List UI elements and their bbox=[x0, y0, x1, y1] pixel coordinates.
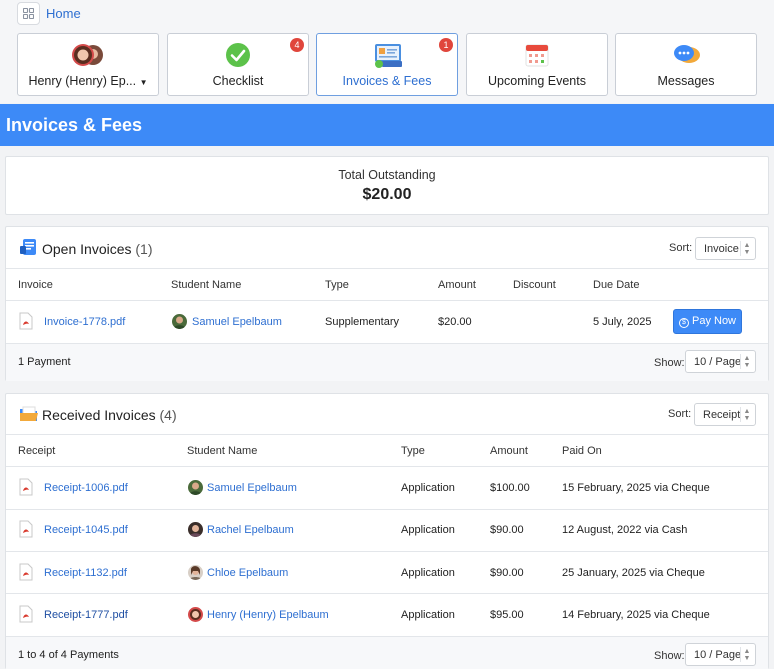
student-name-link[interactable]: Henry (Henry) Epelbaum bbox=[207, 609, 329, 621]
page-title: Invoices & Fees bbox=[0, 104, 774, 146]
checklist-label: Checklist bbox=[212, 74, 264, 88]
open-invoices-page-size-select[interactable]: 10 / Page ▲ ▼ bbox=[685, 350, 756, 373]
dollar-circle-icon: $ bbox=[678, 318, 689, 328]
total-outstanding-label: Total Outstanding bbox=[338, 168, 436, 182]
select-arrows-icon: ▲ ▼ bbox=[740, 241, 753, 256]
chat-icon bbox=[672, 42, 700, 68]
receipt-type: Application bbox=[401, 524, 455, 536]
column-header-type: Type bbox=[325, 279, 349, 291]
pdf-file-icon bbox=[19, 312, 33, 330]
messages-tile[interactable]: Messages bbox=[615, 33, 757, 96]
column-header-receipt: Receipt bbox=[18, 445, 56, 457]
student-selector-tile[interactable]: Henry (Henry) Ep... ▼ bbox=[17, 33, 159, 96]
student-avatar bbox=[188, 522, 203, 537]
receipt-type: Application bbox=[401, 567, 455, 579]
family-avatars-icon bbox=[70, 42, 106, 68]
receipt-file-link[interactable]: Receipt-1777.pdf bbox=[44, 609, 128, 621]
select-arrows-icon: ▲ ▼ bbox=[740, 647, 753, 662]
invoice-icon bbox=[373, 42, 402, 68]
receipt-type: Application bbox=[401, 609, 455, 621]
open-invoices-sort-select[interactable]: Invoice ▲ ▼ bbox=[695, 237, 756, 260]
checkmark-icon bbox=[224, 42, 252, 68]
select-arrows-icon: ▲ ▼ bbox=[740, 407, 753, 422]
folder-icon bbox=[19, 404, 39, 424]
student-avatar bbox=[172, 314, 187, 329]
top-navigation: Home Henry (Henry) Ep... ▼ 4 Checklist 1… bbox=[0, 0, 774, 103]
pay-now-button[interactable]: $ Pay Now bbox=[673, 309, 742, 334]
received-invoices-sort-select[interactable]: Receipt ▲ ▼ bbox=[694, 403, 756, 426]
sort-label: Sort: bbox=[668, 408, 692, 420]
student-name-link[interactable]: Samuel Epelbaum bbox=[192, 316, 282, 328]
receipt-type: Application bbox=[401, 482, 455, 494]
student-name-link[interactable]: Samuel Epelbaum bbox=[207, 482, 297, 494]
invoices-badge: 1 bbox=[439, 38, 453, 52]
received-invoices-footer: 1 to 4 of 4 Payments Show: 10 / Page ▲ ▼ bbox=[6, 636, 768, 669]
invoice-type: Supplementary bbox=[325, 316, 399, 328]
invoices-fees-tile[interactable]: 1 Invoices & Fees bbox=[316, 33, 458, 96]
receipt-paid-on: 25 January, 2025 via Cheque bbox=[562, 567, 705, 579]
receipt-amount: $90.00 bbox=[490, 567, 524, 579]
total-outstanding-amount: $20.00 bbox=[362, 186, 412, 203]
invoice-file-link[interactable]: Invoice-1778.pdf bbox=[44, 316, 125, 328]
column-header-student: Student Name bbox=[171, 279, 242, 291]
pdf-file-icon bbox=[19, 520, 33, 538]
show-label: Show: bbox=[654, 650, 685, 662]
column-header-type: Type bbox=[401, 445, 425, 457]
show-label: Show: bbox=[654, 357, 685, 369]
receipt-file-link[interactable]: Receipt-1045.pdf bbox=[44, 524, 128, 536]
column-header-discount: Discount bbox=[513, 279, 556, 291]
receipt-paid-on: 12 August, 2022 via Cash bbox=[562, 524, 688, 536]
column-header-due-date: Due Date bbox=[593, 279, 640, 291]
payment-count: 1 to 4 of 4 Payments bbox=[18, 649, 119, 661]
receipt-paid-on: 14 February, 2025 via Cheque bbox=[562, 609, 710, 621]
pdf-file-icon bbox=[19, 563, 33, 581]
upcoming-events-tile[interactable]: Upcoming Events bbox=[466, 33, 608, 96]
student-avatar bbox=[188, 565, 203, 580]
receipt-amount: $100.00 bbox=[490, 482, 530, 494]
open-invoices-icon bbox=[19, 237, 39, 257]
total-outstanding-card: Total Outstanding $20.00 bbox=[5, 156, 769, 215]
column-header-invoice: Invoice bbox=[18, 279, 53, 291]
received-invoices-title: Received Invoices (4) bbox=[42, 407, 177, 423]
invoices-fees-label: Invoices & Fees bbox=[342, 74, 432, 88]
column-header-paid-on: Paid On bbox=[562, 445, 602, 457]
column-header-student: Student Name bbox=[187, 445, 258, 457]
checklist-tile[interactable]: 4 Checklist bbox=[167, 33, 309, 96]
received-invoices-card: Received Invoices (4) Sort: Receipt ▲ ▼ R… bbox=[5, 393, 769, 669]
pdf-file-icon bbox=[19, 605, 33, 623]
receipt-file-link[interactable]: Receipt-1006.pdf bbox=[44, 482, 128, 494]
upcoming-events-label: Upcoming Events bbox=[488, 74, 586, 88]
student-selector-label: Henry (Henry) Ep... ▼ bbox=[28, 74, 148, 88]
payment-count: 1 Payment bbox=[18, 356, 71, 368]
checklist-badge: 4 bbox=[290, 38, 304, 52]
apps-grid-icon[interactable] bbox=[17, 2, 40, 25]
open-invoices-card: Open Invoices (1) Sort: Invoice ▲ ▼ Invoi… bbox=[5, 226, 769, 381]
invoice-due-date: 5 July, 2025 bbox=[593, 316, 652, 328]
sort-label: Sort: bbox=[669, 242, 693, 254]
column-header-amount: Amount bbox=[438, 279, 476, 291]
receipt-paid-on: 15 February, 2025 via Cheque bbox=[562, 482, 710, 494]
column-header-amount: Amount bbox=[490, 445, 528, 457]
receipt-amount: $90.00 bbox=[490, 524, 524, 536]
calendar-icon bbox=[523, 42, 551, 68]
received-invoices-page-size-select[interactable]: 10 / Page ▲ ▼ bbox=[685, 643, 756, 666]
student-name-link[interactable]: Chloe Epelbaum bbox=[207, 567, 288, 579]
open-invoices-title: Open Invoices (1) bbox=[42, 241, 153, 257]
home-link[interactable]: Home bbox=[46, 6, 81, 21]
select-arrows-icon: ▲ ▼ bbox=[740, 354, 753, 369]
receipt-amount: $95.00 bbox=[490, 609, 524, 621]
chevron-down-icon: ▼ bbox=[139, 78, 148, 87]
open-invoices-footer: 1 Payment Show: 10 / Page ▲ ▼ bbox=[6, 343, 768, 381]
messages-label: Messages bbox=[657, 74, 715, 88]
invoice-amount: $20.00 bbox=[438, 316, 472, 328]
pdf-file-icon bbox=[19, 478, 33, 496]
receipt-file-link[interactable]: Receipt-1132.pdf bbox=[44, 567, 127, 579]
student-name-link[interactable]: Rachel Epelbaum bbox=[207, 524, 294, 536]
student-avatar bbox=[188, 480, 203, 495]
student-avatar bbox=[188, 607, 203, 622]
